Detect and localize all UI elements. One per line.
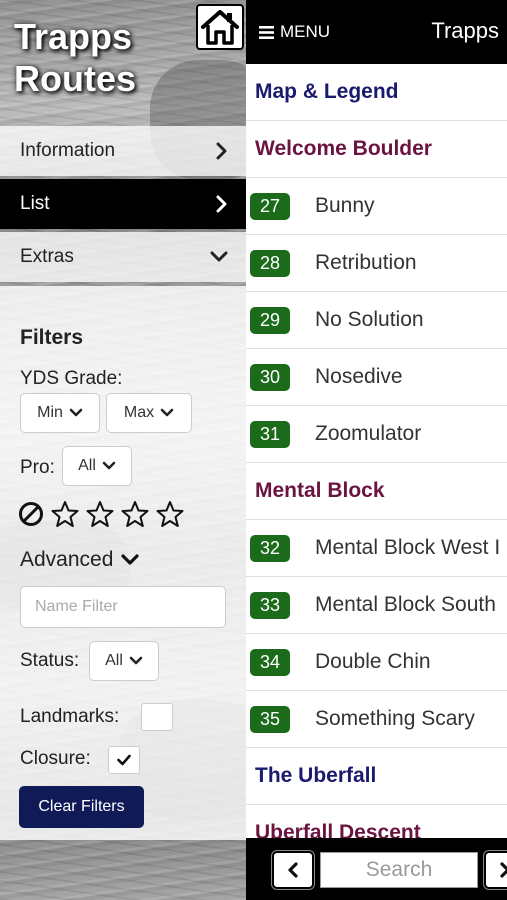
star-icon[interactable]	[86, 500, 114, 528]
route-number-badge: 32	[250, 534, 290, 562]
chevron-right-icon	[216, 195, 228, 213]
sidebar-item-label: Extras	[20, 246, 74, 267]
route-row[interactable]: 29 No Solution	[246, 292, 507, 349]
chevron-down-icon	[102, 461, 116, 470]
route-name: Something Scary	[315, 707, 475, 730]
route-row[interactable]: 35 Something Scary	[246, 691, 507, 748]
star-icon[interactable]	[121, 500, 149, 528]
landmarks-label: Landmarks:	[20, 706, 120, 727]
page-title: Trapps	[431, 18, 499, 43]
closure-label: Closure:	[20, 748, 91, 769]
route-number-badge: 31	[250, 420, 290, 448]
app-title-line2: Routes	[14, 58, 137, 99]
search-input[interactable]	[320, 852, 478, 888]
route-number-badge: 30	[250, 363, 290, 391]
pro-select[interactable]: All	[62, 446, 132, 486]
route-row[interactable]: 27 Bunny	[246, 178, 507, 235]
previous-button[interactable]	[272, 851, 314, 889]
route-row[interactable]: 28 Retribution	[246, 235, 507, 292]
route-number-badge: 28	[250, 249, 290, 277]
route-name: Zoomulator	[315, 422, 422, 445]
route-name: Double Chin	[315, 650, 431, 673]
route-name: Nosedive	[315, 365, 403, 388]
sidebar-item-extras[interactable]: Extras	[0, 232, 246, 282]
chevron-down-icon	[69, 408, 83, 417]
route-row[interactable]: 32 Mental Block West I	[246, 520, 507, 577]
star-icon[interactable]	[156, 500, 184, 528]
route-number-badge: 33	[250, 591, 290, 619]
min-grade-value: Min	[37, 404, 63, 421]
route-number-badge: 27	[250, 192, 290, 220]
top-bar: MENU Trapps	[246, 0, 507, 64]
route-row[interactable]: 30 Nosedive	[246, 349, 507, 406]
max-grade-select[interactable]: Max	[106, 393, 192, 433]
no-rating-icon[interactable]	[18, 501, 44, 527]
home-icon	[201, 10, 239, 45]
route-name: Mental Block West I	[315, 536, 501, 559]
filters-panel: Filters YDS Grade: Min Max Pro: All Adva…	[0, 286, 246, 840]
sidebar-item-label: List	[20, 193, 50, 214]
sidebar-item-information[interactable]: Information	[0, 126, 246, 176]
route-row[interactable]: 34 Double Chin	[246, 634, 507, 691]
sidebar-panel: Trapps Routes Information List Extras Fi…	[0, 0, 246, 900]
status-label: Status:	[20, 650, 80, 671]
home-button[interactable]	[196, 4, 244, 50]
advanced-label: Advanced	[20, 548, 114, 571]
star-icon[interactable]	[51, 500, 79, 528]
section-header[interactable]: Mental Block	[246, 463, 507, 520]
route-number-badge: 35	[250, 705, 290, 733]
chevron-down-icon	[121, 554, 140, 565]
status-value: All	[105, 652, 123, 669]
checkmark-icon	[117, 754, 131, 766]
min-grade-select[interactable]: Min	[20, 393, 100, 433]
name-filter-input[interactable]	[20, 586, 226, 628]
pro-label: Pro:	[20, 457, 55, 478]
chevron-down-icon	[210, 251, 228, 263]
bottom-bar	[246, 838, 507, 900]
next-button[interactable]	[484, 851, 507, 889]
chevron-right-icon	[216, 142, 228, 160]
route-list: Map & Legend Welcome Boulder 27 Bunny 28 Retr…	[246, 64, 507, 862]
route-name: No Solution	[315, 308, 424, 331]
landmarks-checkbox[interactable]	[141, 703, 173, 731]
advanced-toggle[interactable]: Advanced	[20, 548, 140, 572]
route-row[interactable]: 31 Zoomulator	[246, 406, 507, 463]
main-panel: MENU Trapps Map & Legend Welcome Boulder 2…	[246, 0, 507, 900]
filters-title: Filters	[20, 326, 84, 349]
route-name: Bunny	[315, 194, 375, 217]
section-header[interactable]: Welcome Boulder	[246, 121, 507, 178]
chevron-left-icon	[288, 862, 298, 878]
section-header[interactable]: The Uberfall	[246, 748, 507, 805]
clear-filters-button[interactable]: Clear Filters	[19, 786, 144, 828]
route-number-badge: 34	[250, 648, 290, 676]
menu-label: MENU	[280, 22, 331, 41]
yds-grade-label: YDS Grade:	[20, 368, 123, 389]
closure-checkbox[interactable]	[108, 746, 140, 774]
pro-value: All	[78, 457, 96, 474]
app-title-line1: Trapps	[14, 16, 133, 57]
chevron-down-icon	[129, 656, 143, 665]
route-name: Retribution	[315, 251, 417, 274]
chevron-down-icon	[160, 408, 174, 417]
sidebar-item-label: Information	[20, 140, 116, 161]
sidebar-item-list[interactable]: List	[0, 179, 246, 229]
route-name: Mental Block South	[315, 593, 496, 616]
app-title: Trapps Routes	[14, 16, 194, 100]
star-rating-filter	[18, 500, 184, 528]
max-grade-value: Max	[123, 404, 155, 421]
hamburger-icon	[259, 25, 274, 39]
chevron-right-icon	[500, 862, 507, 878]
route-number-badge: 29	[250, 306, 290, 334]
section-header[interactable]: Map & Legend	[246, 64, 507, 121]
route-row[interactable]: 33 Mental Block South	[246, 577, 507, 634]
status-select[interactable]: All	[89, 641, 159, 681]
menu-button[interactable]: MENU	[259, 22, 330, 42]
